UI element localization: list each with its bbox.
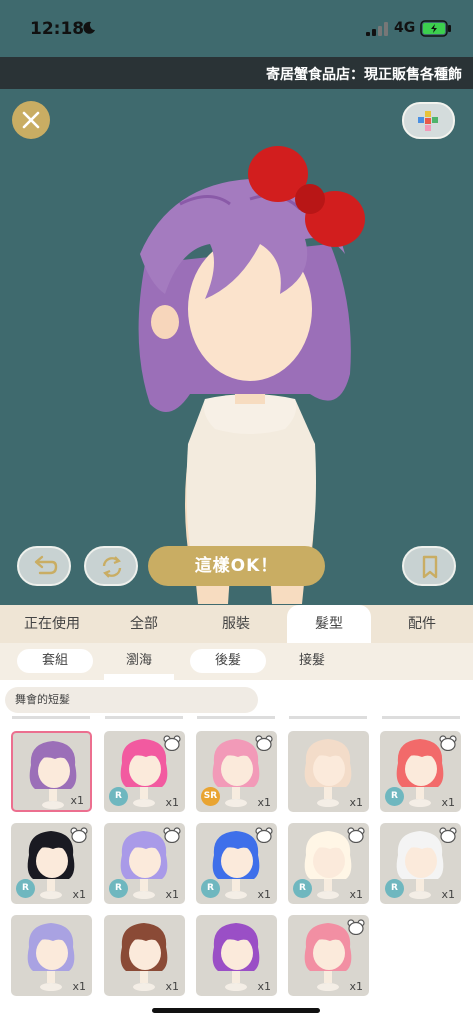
item-quantity: x1: [441, 796, 455, 809]
bear-icon: [347, 919, 365, 935]
item-quantity: x1: [70, 794, 84, 807]
rarity-badge: R: [385, 879, 404, 898]
palette-icon: [418, 111, 438, 131]
hair-item[interactable]: Rx1: [380, 731, 461, 812]
item-quantity: x1: [165, 888, 179, 901]
bookmark-button[interactable]: [402, 546, 456, 586]
network-type: 4G: [394, 20, 416, 36]
avatar-figure: [138, 146, 365, 604]
status-time: 12:18: [30, 19, 85, 39]
news-marquee: 寄居蟹食品店：現正販售各種飾: [0, 57, 473, 89]
rarity-badge: R: [16, 879, 35, 898]
item-quantity: x1: [257, 796, 271, 809]
item-quantity: x1: [72, 980, 86, 993]
undo-icon: [34, 555, 58, 575]
tab-all[interactable]: 全部: [99, 605, 189, 643]
hair-item[interactable]: x1: [11, 731, 92, 812]
hair-item[interactable]: SR x1: [196, 731, 277, 812]
avatar-stage: 這樣OK！: [0, 89, 473, 605]
hair-item[interactable]: Rx1: [104, 823, 185, 904]
rarity-badge: R: [109, 879, 128, 898]
rarity-badge: R: [385, 787, 404, 806]
bear-icon: [163, 827, 181, 843]
close-icon: [22, 111, 40, 129]
hair-item[interactable]: Rx1: [196, 823, 277, 904]
rarity-badge: R: [109, 787, 128, 806]
moon-icon: [83, 21, 95, 34]
signal-icon: [366, 22, 388, 36]
tab-in-use[interactable]: 正在使用: [7, 605, 97, 643]
home-indicator[interactable]: [152, 1008, 320, 1013]
category-tabs: 正在使用 全部 服裝 髮型 配件: [0, 605, 473, 643]
battery-icon: [420, 20, 451, 37]
tab-hairstyle[interactable]: 髮型: [287, 605, 371, 643]
item-quantity: x1: [165, 980, 179, 993]
stage-controls: 這樣OK！: [0, 544, 473, 590]
item-quantity: x1: [257, 980, 271, 993]
bear-icon: [255, 827, 273, 843]
subtab-back-hair[interactable]: 後髮: [190, 649, 266, 673]
hair-item[interactable]: x1: [11, 915, 92, 996]
bear-icon: [70, 827, 88, 843]
item-quantity: x1: [72, 888, 86, 901]
item-quantity: x1: [349, 888, 363, 901]
color-palette-button[interactable]: [402, 102, 455, 139]
bear-icon: [163, 735, 181, 751]
subtab-extensions[interactable]: 接髮: [272, 649, 352, 673]
bear-icon: [439, 827, 457, 843]
bear-icon: [439, 735, 457, 751]
status-bar: 12:18 4G: [0, 0, 473, 57]
item-quantity: x1: [349, 796, 363, 809]
hair-item[interactable]: x1: [288, 915, 369, 996]
bear-icon: [255, 735, 273, 751]
item-quantity: x1: [257, 888, 271, 901]
item-quantity: x1: [349, 980, 363, 993]
hair-item[interactable]: Rx1: [288, 823, 369, 904]
refresh-icon: [102, 556, 122, 578]
hair-item[interactable]: x1: [104, 915, 185, 996]
marquee-text: 寄居蟹食品店：現正販售各種飾: [266, 67, 462, 83]
bookmark-icon: [422, 555, 438, 579]
rarity-badge: SR: [201, 787, 220, 806]
subtab-set[interactable]: 套組: [17, 649, 93, 673]
hair-item[interactable]: Rx1: [380, 823, 461, 904]
close-button[interactable]: [12, 101, 50, 139]
rarity-badge: R: [201, 879, 220, 898]
item-quantity: x1: [165, 796, 179, 809]
set-name-label: 舞會的短髮: [5, 687, 258, 713]
item-grid-area: 舞會的短髮 x1 Rx1 SR x1 x1 Rx1 Rx1 Rx1 Rx1 Rx1 Rx1 x1 x1 x…: [0, 680, 473, 1024]
hair-subtabs: 套組 瀏海 後髮 接髮: [0, 643, 473, 680]
undo-button[interactable]: [17, 546, 71, 586]
rotate-button[interactable]: [84, 546, 138, 586]
tab-clothing[interactable]: 服裝: [191, 605, 281, 643]
rarity-badge: R: [293, 879, 312, 898]
hair-item[interactable]: Rx1: [11, 823, 92, 904]
item-quantity: x1: [441, 888, 455, 901]
hair-item[interactable]: x1: [288, 731, 369, 812]
confirm-ok-button[interactable]: 這樣OK！: [148, 546, 325, 586]
hair-item[interactable]: Rx1: [104, 731, 185, 812]
subtab-bangs[interactable]: 瀏海: [104, 649, 174, 673]
hair-item[interactable]: x1: [196, 915, 277, 996]
bear-icon: [347, 827, 365, 843]
tab-accessories[interactable]: 配件: [377, 605, 467, 643]
